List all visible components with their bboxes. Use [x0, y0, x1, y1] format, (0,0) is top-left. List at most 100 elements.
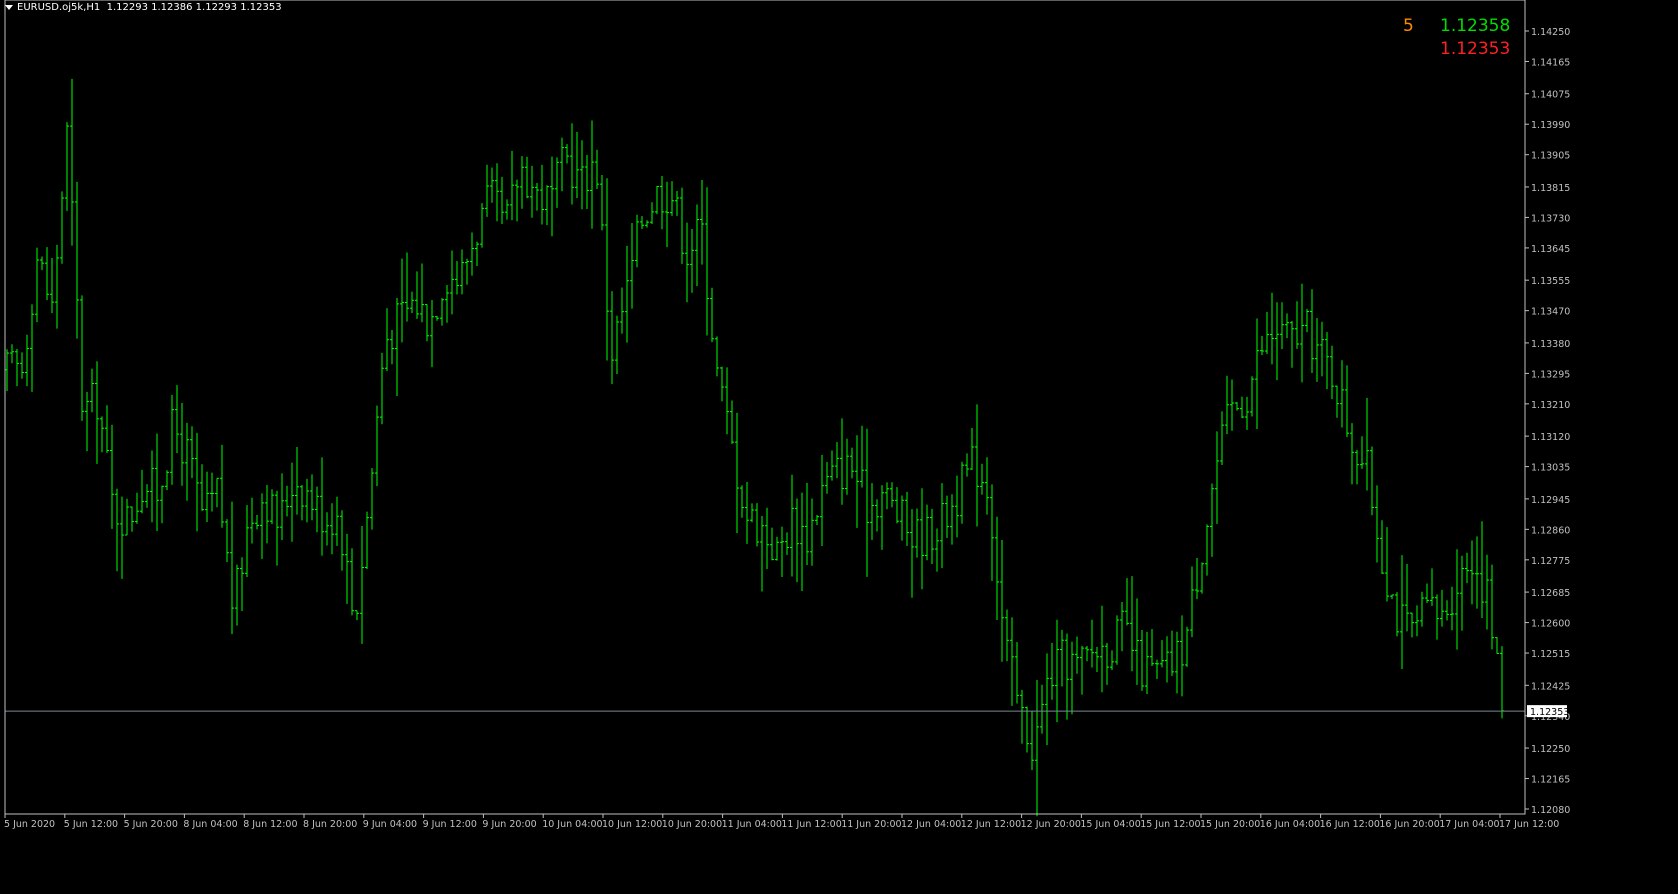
ohlc-bar [1365, 397, 1369, 491]
ohlc-bar [795, 498, 799, 583]
ohlc-bar [1205, 524, 1209, 576]
ohlc-bar [260, 493, 264, 559]
ohlc-bar [920, 488, 924, 590]
time-axis: 5 Jun 2020 5 Jun 12:00 5 Jun 20:00 8 Jun 04… [4, 814, 1559, 830]
ohlc-bar [125, 498, 129, 536]
x-tick-label: 12 Jun 04:00 [901, 819, 961, 830]
ohlc-bar [65, 122, 69, 211]
ohlc-bar [345, 533, 349, 604]
x-tick-label: 12 Jun 20:00 [1021, 819, 1081, 830]
y-tick-label: 1.12080 [1531, 805, 1570, 816]
ohlc-bar [1315, 318, 1319, 382]
ohlc-bar [485, 164, 489, 217]
ohlc-chart[interactable]: 1.14250 1.14165 1.14075 1.13990 1.13905 1.138… [0, 0, 1678, 890]
x-tick-label: 9 Jun 04:00 [363, 819, 417, 830]
ohlc-bar [945, 495, 949, 538]
ohlc-bar [645, 220, 649, 228]
chart-menu-triangle-icon[interactable] [5, 4, 13, 10]
ohlc-bar [320, 457, 324, 556]
ohlc-bar [1000, 539, 1004, 662]
ohlc-bar [1445, 600, 1449, 621]
ohlc-bar [130, 506, 134, 532]
ohlc-bar [495, 163, 499, 222]
x-tick-label: 17 Jun 12:00 [1499, 819, 1559, 830]
ohlc-bar [1385, 527, 1389, 602]
chart-header[interactable]: EURUSD.oj5k,H1 1.12293 1.12386 1.12293 1… [5, 2, 282, 13]
ohlc-bar [1375, 485, 1379, 563]
ohlc-bar [1110, 650, 1114, 671]
ohlc-bar [715, 336, 719, 377]
ohlc-bar [465, 258, 469, 285]
ohlc-bar [925, 504, 929, 561]
y-tick-label: 1.14075 [1531, 90, 1570, 101]
ohlc-bar [950, 494, 954, 545]
ohlc-bar [160, 485, 164, 524]
ohlc-bar [840, 418, 844, 505]
ohlc-bar [1160, 640, 1164, 668]
ohlc-bar [445, 285, 449, 323]
ohlc-bar [515, 179, 519, 222]
ohlc-bar [655, 185, 659, 215]
ohlc-bar [635, 214, 639, 268]
ohlc-bar [95, 361, 99, 464]
ohlc-bar [490, 167, 494, 203]
ohlc-bar [565, 144, 569, 164]
ohlc-bar [560, 137, 564, 192]
ohlc-bar [935, 528, 939, 572]
y-tick-label: 1.12600 [1531, 619, 1570, 630]
ohlc-bar [510, 150, 514, 221]
ohlc-bar [1275, 302, 1279, 381]
ohlc-bar [555, 157, 559, 208]
ohlc-bar [1425, 583, 1429, 604]
x-tick-label: 5 Jun 20:00 [124, 819, 178, 830]
ohlc-bar [1025, 706, 1029, 753]
x-tick-label: 8 Jun 12:00 [243, 819, 297, 830]
ohlc-bar [20, 352, 24, 379]
ohlc-bar [780, 526, 784, 577]
ohlc-bar [975, 404, 979, 527]
ohlc-bar [1270, 292, 1274, 365]
y-tick-label: 1.13555 [1531, 276, 1570, 287]
ohlc-bar [845, 438, 849, 495]
ohlc-bar [710, 287, 714, 343]
ohlc-bar [455, 261, 459, 295]
ohlc-bar [120, 496, 124, 579]
ohlc-bar [1405, 564, 1409, 632]
ohlc-bar [285, 485, 289, 517]
ohlc-bar [1475, 536, 1479, 609]
ohlc-bar [500, 176, 504, 224]
ohlc-bar [105, 405, 109, 453]
ohlc-bar [375, 405, 379, 487]
ohlc-bar [1155, 659, 1159, 680]
ohlc-bar [270, 489, 274, 525]
chart-area[interactable]: 1.14250 1.14165 1.14075 1.13990 1.13905 1.138… [0, 0, 1678, 890]
ohlc-bar [475, 241, 479, 267]
x-tick-label: 8 Jun 04:00 [183, 819, 237, 830]
ohlc-bar [1130, 576, 1134, 672]
x-tick-label: 11 Jun 04:00 [722, 819, 782, 830]
ohlc-bar [35, 247, 39, 323]
ohlc-bar [1195, 557, 1199, 600]
ohlc-bar [1210, 483, 1214, 557]
ohlc-bar [360, 526, 364, 644]
ohlc-bar [1150, 629, 1154, 667]
ohlc-bar [170, 394, 174, 485]
ohlc-bar [850, 447, 854, 479]
y-tick-label: 1.12515 [1531, 649, 1570, 660]
y-tick-label: 1.12860 [1531, 525, 1570, 536]
ohlc-bar [25, 334, 29, 387]
ohlc-bar [760, 515, 764, 592]
ohlc-bar [775, 536, 779, 561]
ohlc-bar [530, 165, 534, 218]
ohlc-bar [435, 315, 439, 321]
y-tick-label: 1.13815 [1531, 183, 1570, 194]
ohlc-bar [1410, 612, 1414, 638]
ohlc-bar [740, 485, 744, 518]
ohlc-bar [525, 156, 529, 199]
ohlc-bar [10, 344, 14, 364]
ohlc-bar [40, 256, 44, 271]
ohlc-bar [855, 435, 859, 528]
symbol-timeframe: EURUSD.oj5k,H1 [17, 2, 101, 13]
ohlc-bar [1450, 586, 1454, 631]
ohlc-bar [750, 503, 754, 523]
